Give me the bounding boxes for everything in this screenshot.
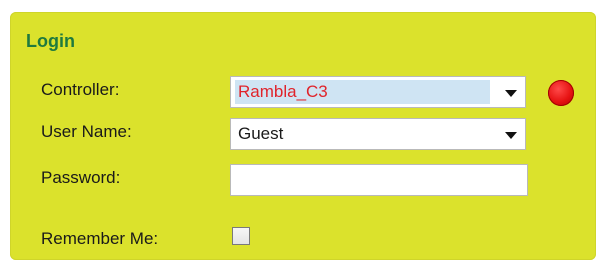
username-label: User Name: [41,122,132,141]
username-value: Guest [238,124,284,143]
password-label: Password: [41,168,121,187]
login-title: Login [26,31,75,51]
chevron-down-icon[interactable] [505,132,517,139]
controller-value: Rambla_C3 [235,80,490,104]
remember-me-checkbox[interactable] [232,227,250,245]
chevron-down-icon[interactable] [505,90,517,97]
controller-label: Controller: [41,80,120,99]
password-field[interactable] [230,164,528,196]
username-dropdown[interactable]: Guest [230,118,526,150]
login-panel: Login Controller: Rambla_C3 User Name: G… [10,12,596,260]
controller-dropdown[interactable]: Rambla_C3 [230,76,526,108]
status-dot-icon [548,80,574,106]
remember-me-label: Remember Me: [41,229,159,248]
